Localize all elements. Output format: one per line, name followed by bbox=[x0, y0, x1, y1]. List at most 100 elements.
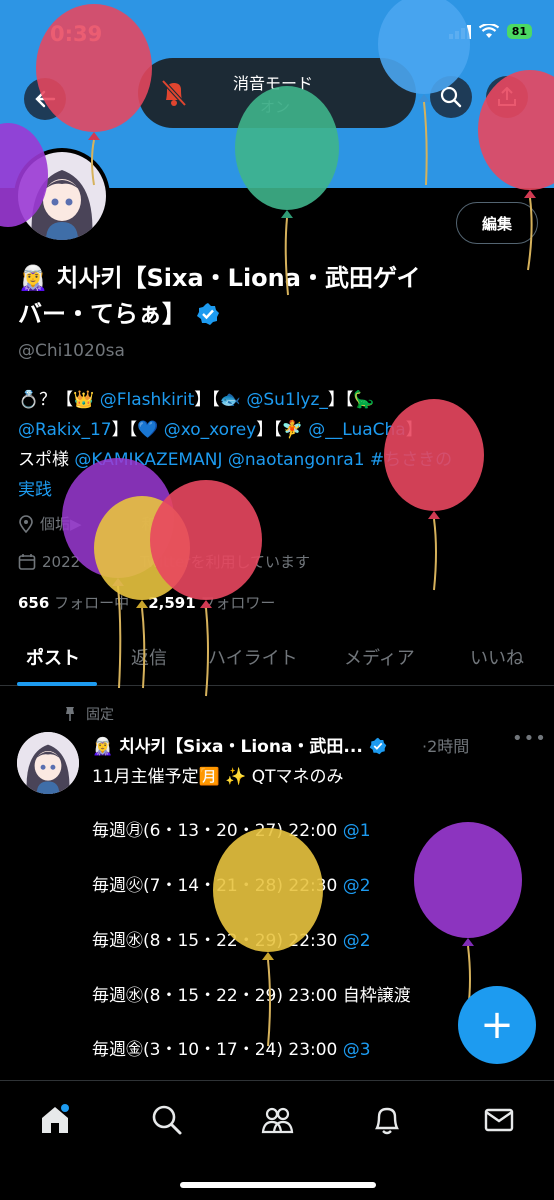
compose-post-button[interactable]: + bbox=[458, 986, 536, 1064]
following-count: 656 bbox=[18, 594, 50, 612]
avatar-illustration bbox=[17, 732, 79, 794]
pinned-label: 固定 bbox=[86, 707, 114, 723]
avatar-illustration bbox=[18, 152, 106, 240]
bio-mention-link[interactable]: @Rakix_17 bbox=[18, 420, 112, 440]
battery-indicator: 81 bbox=[506, 24, 532, 39]
tab-replies[interactable]: 返信 bbox=[131, 644, 167, 670]
silent-mode-notification: 消音モード オン bbox=[138, 58, 416, 128]
location-pin-icon bbox=[19, 514, 33, 533]
status-time: 0:39 bbox=[50, 22, 103, 46]
tab-media[interactable]: メディア bbox=[344, 644, 415, 670]
profile-location: 個垢▶︎ 和 bbox=[18, 513, 157, 534]
post-author-name[interactable]: 🧝‍♀️ 치사키【Sixa・Liona・武田... bbox=[92, 732, 387, 757]
people-icon bbox=[261, 1107, 294, 1134]
nav-notifications[interactable] bbox=[370, 1103, 404, 1137]
nav-search[interactable] bbox=[150, 1103, 184, 1137]
bio-text: スポ様 bbox=[18, 450, 75, 470]
nav-messages[interactable] bbox=[482, 1103, 516, 1137]
bio-mention-link[interactable]: @xo_xorey bbox=[164, 420, 257, 440]
edit-profile-button[interactable]: 編集 bbox=[456, 202, 538, 244]
wifi-icon bbox=[478, 24, 499, 38]
home-indicator bbox=[180, 1182, 376, 1188]
post-text-line: 毎週㊎(3・10・17・24) 23:00 @3 bbox=[92, 1035, 371, 1060]
bio-hashtag-link[interactable]: 実践 bbox=[18, 475, 543, 505]
bio-mention-link[interactable]: @Flashkirit bbox=[100, 390, 195, 410]
bio-text: 】 bbox=[405, 420, 423, 440]
bell-icon bbox=[375, 1107, 399, 1135]
followers-label: フォロワー bbox=[200, 594, 276, 612]
post-author-avatar[interactable] bbox=[17, 732, 79, 794]
profile-handle: @Chi1020sa bbox=[18, 341, 125, 361]
bio-text: 】【🧚 bbox=[256, 420, 309, 440]
back-button[interactable] bbox=[24, 78, 66, 120]
post-mention-link[interactable]: @1 bbox=[343, 821, 371, 841]
post-timestamp[interactable]: ·2時間 bbox=[422, 733, 469, 757]
search-button[interactable] bbox=[430, 76, 472, 118]
bell-slash-icon bbox=[161, 79, 187, 107]
profile-name-line2: バー・てらぁ】 bbox=[18, 300, 186, 328]
followers-count: 2,591 bbox=[148, 594, 196, 612]
post-mention-link[interactable]: @2 bbox=[343, 931, 371, 951]
verified-badge-icon bbox=[369, 737, 386, 755]
bio-line-2: @Rakix_17】【💙 @xo_xorey】【🧚 @__LuaCha】 bbox=[18, 415, 543, 445]
tab-posts[interactable]: ポスト bbox=[26, 644, 80, 670]
post-text-line: 毎週㊋(7・14・21・28) 22:30 @2 bbox=[92, 871, 371, 896]
followers-link[interactable]: 2,591 フォロワー bbox=[148, 594, 275, 612]
active-tab-indicator bbox=[17, 682, 97, 686]
post-text-line: 毎週㊊(6・13・20・27) 22:00 @1 bbox=[92, 816, 371, 841]
bio-mention-link[interactable]: @naotangonra1 bbox=[228, 450, 365, 470]
joined-text: 2022 Twitterを利用しています bbox=[42, 553, 310, 571]
bio-mention-link[interactable]: @KAMIKAZEMANJ bbox=[74, 450, 222, 470]
profile-name-line1: 🧝‍♀️ 치사키【Sixa・Liona・武田ゲイ bbox=[18, 264, 421, 292]
share-button[interactable] bbox=[486, 76, 528, 118]
silent-mode-state: オン bbox=[260, 98, 291, 116]
post-mention-link[interactable]: @2 bbox=[343, 876, 371, 896]
post-line-text: 毎週㊌(8・15・22・29) 22:30 bbox=[92, 931, 343, 951]
profile-joined: 2022 Twitterを利用しています bbox=[18, 551, 310, 572]
post-line-text: 毎週㊌(8・15・22・29) 23:00 自枠譲渡 bbox=[92, 986, 411, 1006]
share-icon bbox=[498, 87, 516, 106]
post-text-line: 毎週㊌(8・15・22・29) 23:00 自枠譲渡 bbox=[92, 981, 411, 1006]
location-text: 個垢▶︎ 和 bbox=[40, 515, 157, 533]
balloon bbox=[414, 822, 522, 1011]
bio-line-3: スポ様 @KAMIKAZEMANJ @naotangonra1 #ちさきの bbox=[18, 445, 543, 475]
profile-avatar[interactable] bbox=[14, 148, 110, 244]
nav-home[interactable] bbox=[38, 1103, 72, 1137]
post-text-line: 毎週㊌(8・15・22・29) 22:30 @2 bbox=[92, 926, 371, 951]
mail-icon bbox=[484, 1108, 514, 1132]
signal-icon bbox=[448, 24, 471, 39]
nav-communities[interactable] bbox=[260, 1103, 294, 1137]
pinned-indicator: 固定 bbox=[62, 704, 114, 724]
arrow-left-icon bbox=[35, 90, 56, 108]
search-icon bbox=[440, 86, 462, 108]
post-mention-link[interactable]: @3 bbox=[343, 1040, 371, 1060]
bio-line-1: 💍？【👑 @Flashkirit】【🐟 @Su1lyz_】【🦕 bbox=[18, 385, 543, 415]
following-link[interactable]: 656 フォロー中 bbox=[18, 594, 129, 612]
calendar-icon bbox=[18, 553, 36, 570]
bio-mention-link[interactable]: @Su1lyz_ bbox=[246, 390, 328, 410]
post-more-button[interactable]: ••• bbox=[512, 728, 547, 749]
search-icon bbox=[152, 1105, 182, 1135]
profile-tabs: ポスト 返信 ハイライト メディア いいね bbox=[0, 628, 554, 686]
status-icons: 81 bbox=[448, 24, 532, 39]
bio-text: 】【🦕 bbox=[327, 390, 375, 410]
plus-icon: + bbox=[480, 1002, 514, 1048]
verified-badge-icon bbox=[197, 303, 219, 325]
post-line-text: 毎週㊊(6・13・20・27) 22:00 bbox=[92, 821, 343, 841]
post-author-text: 🧝‍♀️ 치사키【Sixa・Liona・武田... bbox=[92, 737, 363, 757]
profile-bio: 💍？【👑 @Flashkirit】【🐟 @Su1lyz_】【🦕 @Rakix_1… bbox=[18, 385, 543, 505]
silent-mode-title: 消音モード bbox=[233, 74, 314, 93]
home-icon bbox=[42, 1104, 69, 1133]
profile-name: 🧝‍♀️ 치사키【Sixa・Liona・武田ゲイ バー・てらぁ】 bbox=[18, 260, 538, 332]
bio-text: 】【💙 bbox=[111, 420, 164, 440]
following-label: フォロー中 bbox=[54, 594, 130, 612]
post-line-text: 11月主催予定🈷️ ✨ QTマネのみ bbox=[92, 767, 344, 787]
bio-text: 💍？【👑 bbox=[18, 390, 100, 410]
follow-stats: 656 フォロー中 2,591 フォロワー bbox=[18, 592, 275, 613]
tab-highlights[interactable]: ハイライト bbox=[208, 644, 298, 670]
pin-icon bbox=[66, 707, 74, 721]
tab-likes[interactable]: いいね bbox=[470, 644, 524, 670]
bio-mention-link[interactable]: @__LuaCha bbox=[308, 420, 405, 440]
bio-hashtag-link[interactable]: #ちさきの bbox=[370, 450, 452, 470]
post-text-line: 11月主催予定🈷️ ✨ QTマネのみ bbox=[92, 762, 344, 787]
